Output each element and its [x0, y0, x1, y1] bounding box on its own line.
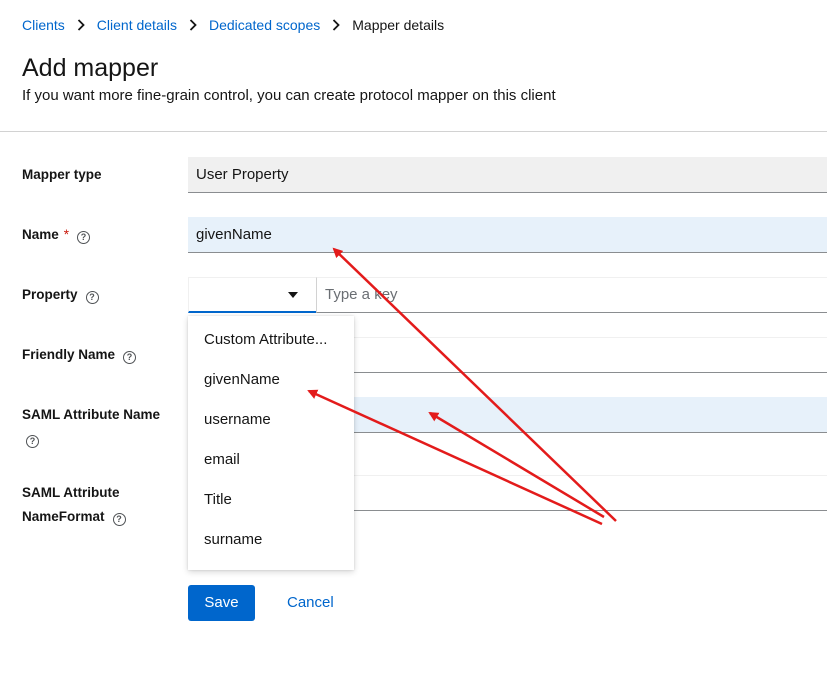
menu-item-custom-attribute[interactable]: Custom Attribute...: [188, 320, 354, 360]
help-icon[interactable]: ?: [85, 291, 99, 304]
property-select[interactable]: [188, 277, 316, 313]
help-icon[interactable]: ?: [26, 435, 39, 448]
name-input[interactable]: givenName: [188, 217, 827, 253]
saml-attribute-name-label-text: SAML Attribute Name: [22, 407, 161, 422]
saml-nameformat-label-line1: SAML Attribute: [22, 485, 120, 500]
menu-item-username[interactable]: username: [188, 400, 354, 440]
friendly-name-label-text: Friendly Name: [22, 347, 116, 362]
breadcrumb-client-details[interactable]: Client details: [97, 17, 177, 33]
breadcrumb-clients[interactable]: Clients: [22, 17, 65, 33]
chevron-right-icon: [77, 19, 85, 31]
mapper-type-label: Mapper type: [22, 163, 102, 187]
menu-item-givenname[interactable]: givenName: [188, 360, 354, 400]
menu-item-surname[interactable]: surname: [188, 520, 354, 560]
caret-down-icon: [288, 292, 298, 298]
property-key-input[interactable]: Type a key: [316, 277, 827, 313]
saml-nameformat-label-line2: NameFormat: [22, 509, 105, 524]
cancel-button[interactable]: Cancel: [287, 585, 334, 621]
friendly-name-label: Friendly Name?: [22, 343, 137, 367]
help-icon[interactable]: ?: [112, 513, 126, 526]
required-indicator: *: [63, 227, 70, 242]
property-label-text: Property: [22, 287, 78, 302]
name-label-text: Name: [22, 227, 59, 242]
name-label: Name *?: [22, 223, 91, 247]
chevron-right-icon: [189, 19, 197, 31]
breadcrumb: Clients Client details Dedicated scopes …: [22, 17, 444, 33]
saml-attribute-name-label: SAML Attribute Name ?: [22, 403, 160, 451]
saml-nameformat-label: SAML Attribute NameFormat?: [22, 481, 126, 529]
help-icon[interactable]: ?: [77, 231, 91, 244]
breadcrumb-current: Mapper details: [352, 17, 445, 33]
property-dropdown-menu: Custom Attribute... givenName username e…: [188, 316, 354, 570]
page-title: Add mapper: [22, 54, 159, 82]
help-icon[interactable]: ?: [123, 351, 137, 364]
save-button[interactable]: Save: [188, 585, 255, 621]
menu-item-title[interactable]: Title: [188, 480, 354, 520]
menu-item-email[interactable]: email: [188, 440, 354, 480]
page-description: If you want more fine-grain control, you…: [22, 87, 556, 104]
mapper-type-field: User Property: [188, 157, 827, 193]
chevron-right-icon: [332, 19, 341, 31]
mapper-type-label-text: Mapper type: [22, 167, 102, 182]
header-divider: [0, 131, 827, 132]
breadcrumb-dedicated-scopes[interactable]: Dedicated scopes: [209, 17, 320, 33]
property-label: Property?: [22, 283, 99, 307]
